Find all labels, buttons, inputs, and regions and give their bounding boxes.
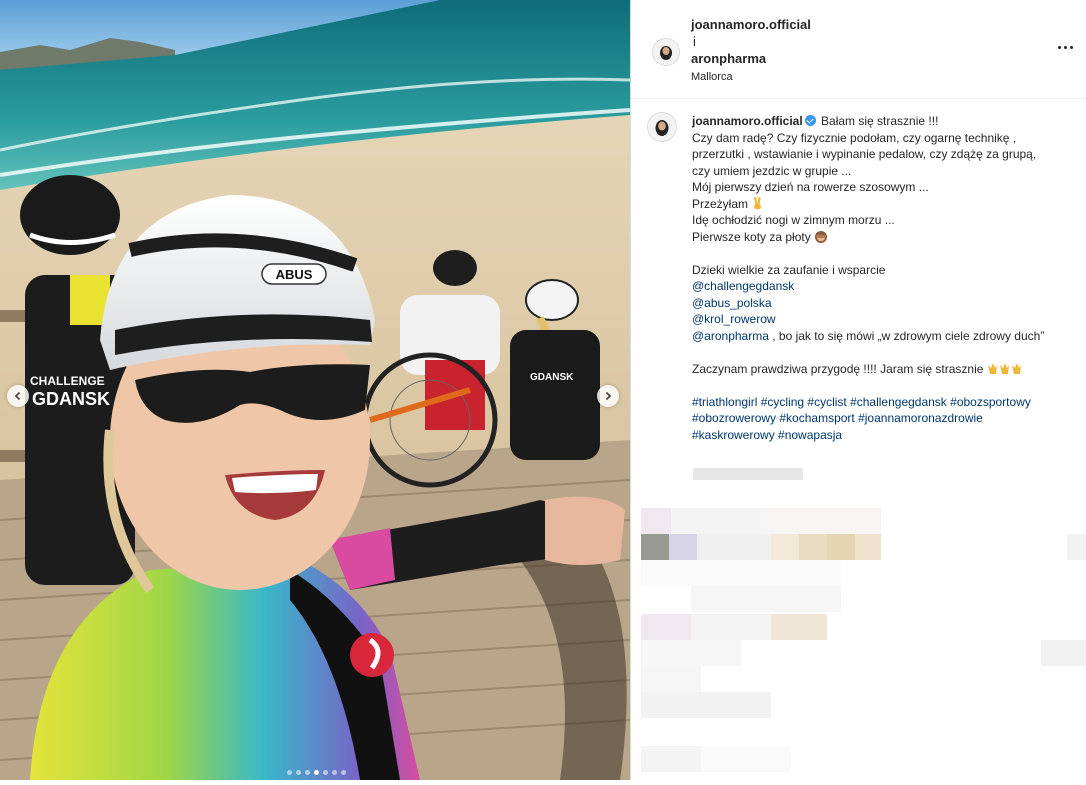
post-image: GDANSK CHALLENGE GDANSK ABUS (0, 0, 630, 780)
mention-link[interactable]: @aronpharma (692, 329, 769, 343)
avatar-image (648, 113, 676, 141)
caption-line: Zaczynam prawdziwa przygodę !!!! Jaram s… (692, 361, 984, 376)
more-dot (1064, 46, 1067, 49)
collab-join-text: i (693, 34, 696, 49)
post-header: joannamoro.official i aronpharma Mallorc… (631, 0, 1086, 99)
carousel-dot (287, 770, 292, 775)
hashtags-line[interactable]: #obozrowerowy #kochamsport #joannamorona… (692, 411, 983, 425)
caption-line: Idę ochłodzić nogi w zimnym morzu ... (692, 213, 895, 227)
victory-hand-emoji-icon (754, 196, 762, 209)
more-options-button[interactable] (1056, 40, 1076, 56)
carousel-prev-button[interactable] (7, 385, 29, 407)
caption-line: czy umiem jezdzic w grupie ... (692, 163, 852, 178)
mention-link[interactable]: @krol_rowerow (692, 312, 776, 326)
see-no-evil-monkey-emoji-icon (815, 230, 828, 243)
caption-text: joannamoro.official Bałam się strasznie … (692, 113, 1077, 443)
avatar[interactable] (652, 38, 680, 66)
mention-link[interactable]: @abus_polska (692, 296, 772, 310)
chevron-left-icon (14, 391, 21, 401)
verified-badge-icon (804, 115, 816, 126)
more-dot (1070, 46, 1073, 49)
carousel-dot (323, 770, 328, 775)
caption-line: przerzutki , wstawianie i wypinanie peda… (692, 147, 1037, 161)
caption-line: Przeżyłam (692, 196, 749, 211)
avatar-image (653, 39, 679, 65)
hashtags-line[interactable]: #triathlongirl #cycling #cyclist #challe… (692, 395, 1031, 409)
author-username[interactable]: joannamoro.official (691, 17, 811, 32)
carousel-dot (341, 770, 346, 775)
caption-line: Mój pierwszy dzień na rowerze szosowym .… (692, 180, 929, 194)
raised-hands-emoji-icon (987, 362, 1021, 374)
location-link[interactable]: Mallorca (691, 71, 733, 83)
mention-link[interactable]: @challengegdansk (692, 279, 794, 293)
caption-line: Bałam się strasznie !!! (821, 114, 939, 128)
post-photo[interactable]: GDANSK CHALLENGE GDANSK ABUS (0, 0, 630, 780)
blurred-comments (631, 462, 1086, 780)
post-sidebar: joannamoro.official i aronpharma Mallorc… (631, 0, 1086, 780)
caption-line: bo jak to się mówi „w zdrowym ciele zdro… (778, 328, 1045, 343)
hashtags-line[interactable]: #kaskrowerowy #nowapasja (692, 428, 842, 442)
carousel-dot (314, 770, 319, 775)
caption-author[interactable]: joannamoro.official (692, 114, 803, 128)
pixelated-content (641, 468, 1086, 772)
caption-line: Pierwsze koty za płoty (692, 229, 811, 244)
svg-text:GDANSK: GDANSK (530, 372, 574, 383)
caption-line: Dzieki wielkie za zaufanie i wsparcie (692, 262, 886, 277)
carousel-dot (305, 770, 310, 775)
helmet-brand: ABUS (276, 267, 313, 282)
chevron-right-icon (605, 391, 612, 401)
post-header-names: joannamoro.official i aronpharma Mallorc… (691, 16, 811, 86)
caption-avatar[interactable] (647, 112, 677, 142)
jersey-text-bottom: GDANSK (32, 389, 110, 409)
carousel-next-button[interactable] (597, 385, 619, 407)
collaborator-username[interactable]: aronpharma (691, 51, 766, 66)
carousel-dot (296, 770, 301, 775)
more-horizontal-icon (1058, 46, 1061, 49)
carousel-indicator (287, 770, 346, 775)
carousel-dot (332, 770, 337, 775)
jersey-text-top: CHALLENGE (30, 374, 105, 388)
caption-line: Czy dam radę? Czy fizycznie podołam, czy… (692, 130, 1017, 145)
